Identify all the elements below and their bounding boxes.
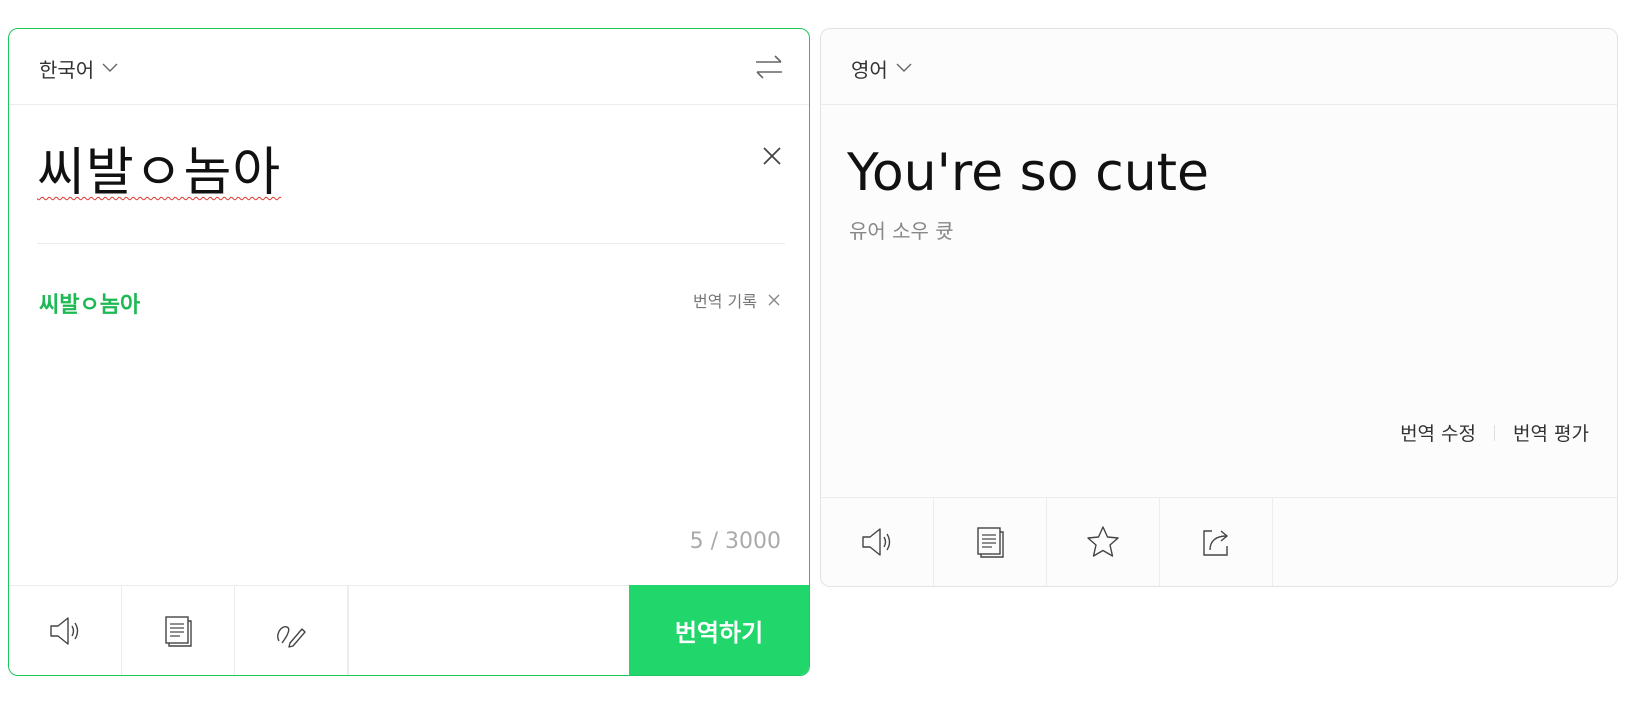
target-panel: 영어 You're so cute 유어 소우 큣 번역 수정 번역 평가 bbox=[820, 28, 1618, 587]
result-actions: 번역 수정 번역 평가 bbox=[1400, 419, 1589, 446]
dictionary-icon bbox=[165, 615, 192, 647]
speaker-icon bbox=[50, 616, 79, 645]
target-header: 영어 bbox=[821, 29, 1617, 105]
translate-button[interactable]: 번역하기 bbox=[629, 585, 809, 675]
source-panel: 한국어 씨발ㅇ놈아 씨발ㅇ놈아 번역 기록 5 / 3000 번역하기 bbox=[8, 28, 810, 676]
target-language-label: 영어 bbox=[851, 57, 888, 82]
source-language-label: 한국어 bbox=[39, 57, 95, 82]
handwriting-icon bbox=[277, 625, 306, 648]
chevron-down-icon bbox=[896, 63, 912, 72]
pronunciation-text: 유어 소우 큣 bbox=[849, 219, 954, 243]
source-dictionary-button[interactable] bbox=[122, 586, 235, 675]
share-button[interactable] bbox=[1160, 498, 1273, 586]
translation-history: 번역 기록 bbox=[693, 288, 781, 312]
chevron-down-icon bbox=[102, 63, 118, 72]
source-header: 한국어 bbox=[9, 29, 809, 105]
source-text-input[interactable]: 씨발ㅇ놈아 bbox=[37, 141, 281, 205]
toolbar-spacer bbox=[348, 586, 349, 675]
target-dictionary-button[interactable] bbox=[934, 498, 1047, 586]
history-label[interactable]: 번역 기록 bbox=[693, 288, 757, 312]
speaker-icon bbox=[862, 528, 891, 556]
source-language-select[interactable]: 한국어 bbox=[39, 53, 118, 83]
favorite-button[interactable] bbox=[1047, 498, 1160, 586]
translation-result: You're so cute bbox=[847, 143, 1210, 203]
edit-translation-link[interactable]: 번역 수정 bbox=[1400, 419, 1476, 446]
spelling-suggestion[interactable]: 씨발ㅇ놈아 bbox=[39, 287, 140, 319]
swap-icon[interactable] bbox=[753, 53, 785, 81]
target-toolbar bbox=[821, 497, 1617, 586]
target-language-select[interactable]: 영어 bbox=[851, 53, 912, 83]
close-history-icon[interactable] bbox=[767, 293, 781, 307]
handwriting-button[interactable] bbox=[235, 586, 348, 675]
star-icon bbox=[1087, 526, 1119, 557]
source-speaker-button[interactable] bbox=[9, 586, 122, 675]
close-icon[interactable] bbox=[761, 145, 783, 167]
target-speaker-button[interactable] bbox=[821, 498, 934, 586]
dictionary-icon bbox=[977, 527, 1004, 558]
action-separator bbox=[1494, 424, 1496, 441]
character-count: 5 / 3000 bbox=[689, 529, 781, 554]
divider bbox=[37, 243, 785, 244]
share-icon bbox=[1203, 530, 1229, 556]
rate-translation-link[interactable]: 번역 평가 bbox=[1513, 419, 1589, 446]
